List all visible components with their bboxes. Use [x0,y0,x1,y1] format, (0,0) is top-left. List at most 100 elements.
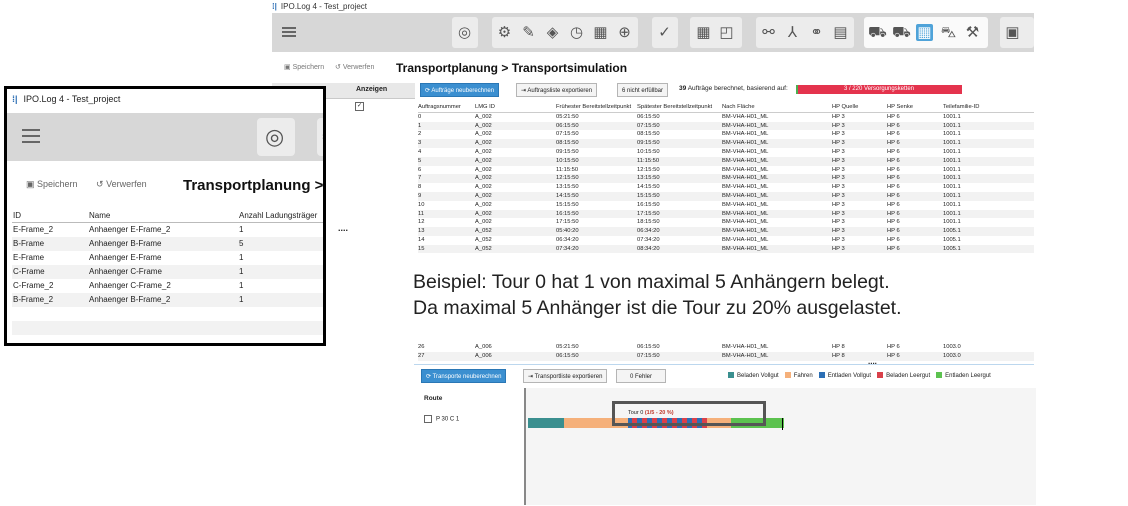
column-header[interactable]: HP Senke [887,103,943,113]
toolbar-group-3: ✓ [652,17,678,48]
column-header[interactable]: Auftragsnummer [418,103,475,113]
table-cell: 15 [418,244,475,253]
table-row[interactable]: 15 A_052 07:34:20 08:34:20 BM-VHA-H01_ML HP 3… [418,244,1034,253]
ruler-icon[interactable]: ✎ [520,24,537,41]
not-fulfillable-button[interactable]: 6 nicht erfüllbar [617,83,669,97]
target-icon[interactable]: ◎ [456,24,473,41]
zoom-discard-button[interactable]: ↺ Verwerfen [96,179,147,190]
column-header[interactable]: Nach Fläche [722,103,832,113]
table-cell: A_002 [475,191,556,201]
clock-icon[interactable]: ◷ [568,24,585,41]
table-row[interactable]: 6 A_002 11:15:50 12:15:50 BM-VHA-H01_ML HP 3 H… [418,166,1034,175]
table-cell: HP 3 [832,209,887,219]
target-icon[interactable]: ◎ [265,125,284,149]
fork-icon[interactable]: ⅄ [784,24,801,41]
table-cell: 11:15:50 [556,166,579,173]
table-row[interactable]: 26 A_006 05:21:50 06:15:50 BM-VHA-H01_ML HP 8… [418,343,1034,352]
table-cell: HP 3 [832,139,887,148]
column-header[interactable]: Anzahl Ladungsträger [238,208,323,223]
table-row[interactable]: 9 A_002 14:15:50 15:15:50 BM-VHA-H01_ML HP 3H… [418,191,1034,201]
trailer-icon[interactable]: ⛟ [892,24,911,41]
table-row[interactable]: 2 A_002 07:15:50 08:15:50 BM-VHA-H01_ML HP 3 H… [418,130,1034,139]
column-header[interactable]: Name [88,208,238,223]
table-row[interactable]: E-Frame_2 Anhaenger E-Frame_2 1 [12,223,323,238]
table-cell: 12:15:50 [637,166,660,173]
column-header[interactable]: ID [12,208,88,223]
zoom-toolbar: ◎ ⚙ [7,113,323,161]
layout-icon[interactable]: ◰ [718,24,735,41]
breadcrumb-planning[interactable]: Transportplanung [396,61,498,75]
table-row[interactable]: 10 A_002 15:15:50 16:15:50 BM-VHA-H01_ML HP 3… [418,201,1034,210]
table-row[interactable]: 5 A_002 10:15:50 11:15:50 BM-VHA-H01_ML HP 3H… [418,156,1034,166]
save-button[interactable]: ▣ Speichern [284,63,324,71]
column-header[interactable]: HP Quelle [832,103,887,113]
column-header[interactable]: LMG ID [475,103,556,113]
network-icon[interactable]: ⚙ [496,24,513,41]
table-row[interactable]: 14 A_052 06:34:20 07:34:20 BM-VHA-H01_ML HP 3… [418,236,1034,245]
zoom-save-button[interactable]: ▣ Speichern [26,179,78,190]
column-header[interactable]: Teilefamilie-ID [943,103,1034,113]
export-transports-label: Transportliste exportieren [534,374,603,380]
table-row[interactable]: 12 A_002 17:15:50 18:15:50 BM-VHA-H01_ML HP 3… [418,218,1034,227]
table-row[interactable]: C-Frame Anhaenger C-Frame 1 [12,265,323,279]
table-cell: 10 [418,201,425,208]
export-transports-button[interactable]: ⇥ Transportliste exportieren [523,369,608,383]
splitter-handle[interactable]: .... [338,223,348,233]
table-cell: 13:15:50 [637,174,722,184]
table-cell: 11 [418,209,475,219]
export-orders-button[interactable]: ⇥ Auftragsliste exportieren [516,83,598,97]
layers-icon[interactable]: ◈ [544,24,561,41]
table-row[interactable]: 13 A_052 05:40:20 06:34:20 BM-VHA-H01_ML HP 3… [418,227,1034,236]
refresh-icon: ⟳ [425,88,431,94]
recalc-transports-button[interactable]: ⟳ Transporte neuberechnen [421,369,507,383]
report-icon[interactable]: ▣ [1004,24,1021,41]
link-icon[interactable]: ⚯ [760,24,777,41]
table-calc-icon[interactable]: ▤ [832,24,849,41]
table-cell: A_006 [475,344,492,350]
column-header[interactable]: Frühester Bereitstellzeitpunkt [556,103,637,113]
table-row[interactable]: E-Frame Anhaenger E-Frame 1 [12,251,323,265]
gantt-segment[interactable] [528,418,564,428]
table-cell: 05:40:20 [556,227,637,236]
table-row[interactable]: 8 A_002 13:15:50 14:15:50 BM-VHA-H01_ML HP 3 H… [418,183,1034,192]
table-row[interactable]: 3 A_002 08:15:50 09:15:50 BM-VHA-H01_ML HP 3H… [418,139,1034,148]
chain-icon[interactable]: ⚭ [808,24,825,41]
truck-icon[interactable]: ⛟ [868,24,887,41]
show-checkbox[interactable]: ✓ [355,102,364,111]
table-cell: 26 [418,344,425,350]
recalc-orders-button[interactable]: ⟳ Aufträge neuberechnen [420,83,500,97]
legend-label: Beladen Leergut [886,373,931,380]
table-row[interactable]: 27 A_006 06:15:50 07:15:50 BM-VHA-H01_ML HP 8… [418,351,1034,361]
discard-button[interactable]: ↺ Verwerfen [335,63,374,71]
table-cell: A_052 [475,244,556,253]
forklift-icon[interactable]: ⛍ [940,24,957,41]
table-cell: 1001.1 [943,131,961,138]
table-cell: Anhaenger C-Frame_2 [89,281,171,290]
transport-calendar-icon[interactable]: ▦ [916,24,933,41]
errors-button[interactable]: 0 Fehler [616,369,666,383]
menu-icon[interactable] [282,27,296,37]
table-row[interactable]: 7 A_002 12:15:50 13:15:50 BM-VHA-H01_ML HP 3H… [418,174,1034,184]
menu-icon[interactable] [22,129,40,143]
route-checkbox[interactable] [424,415,432,423]
table-row[interactable]: 11 A_002 16:15:50 17:15:50 BM-VHA-H01_ML HP 3… [418,209,1034,219]
table-row[interactable]: 4 A_002 09:15:50 10:15:50 BM-VHA-H01_ML HP 3 H… [418,148,1034,157]
column-header[interactable]: Spätester Bereitstellzeitpunkt [637,103,722,113]
search-chart-icon[interactable]: ⊕ [616,24,633,41]
grid-icon[interactable]: ▦ [695,24,712,41]
table-cell: 16:15:50 [556,209,637,219]
table-row[interactable]: B-Frame_2 Anhaenger B-Frame_2 1 [12,293,323,307]
route-item[interactable]: P 30 C 1 [424,415,459,423]
table-cell: HP 3 [832,121,887,131]
table-row[interactable]: 0 A_002 05:21:50 06:15:50 BM-VHA-H01_ML HP 3 H… [418,112,1034,121]
table-row[interactable]: C-Frame_2 Anhaenger C-Frame_2 1 [12,279,323,293]
network-icon[interactable]: ⚙ [321,127,323,148]
calculator-icon[interactable]: ▦ [592,24,609,41]
table-row[interactable]: B-Frame Anhaenger B-Frame 5 [12,237,323,251]
table-row[interactable]: 1 A_002 06:15:50 07:15:50 BM-VHA-H01_ML HP 3H… [418,121,1034,131]
crane-icon[interactable]: ⚒ [964,24,981,41]
table-cell: 1 [238,293,323,307]
wrench-icon[interactable]: ✓ [656,24,673,41]
table-cell: A_002 [475,209,556,219]
table-cell: BM-VHA-H01_ML [722,344,769,350]
